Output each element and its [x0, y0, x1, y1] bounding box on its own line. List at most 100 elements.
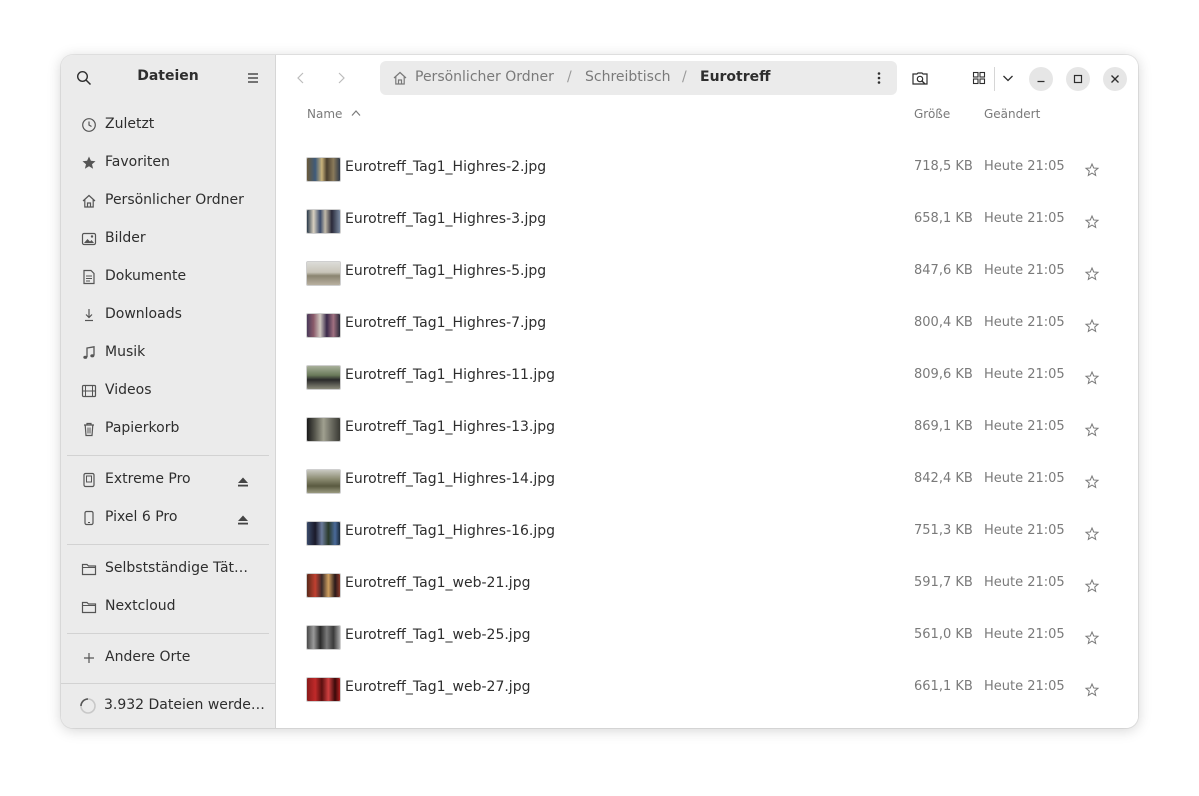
sort-ascending-icon [351, 110, 361, 116]
eject-icon[interactable] [237, 473, 249, 487]
image-thumbnail [306, 469, 341, 494]
file-row[interactable]: Eurotreff_Tag1_web-27.jpg 661,1 KB Heute… [294, 663, 1126, 715]
sidebar-item-selbststaendige[interactable]: Selbstständige Täti… [67, 553, 269, 585]
grid-view-icon[interactable] [971, 70, 987, 86]
sidebar: Dateien Zuletzt Favoriten Persönlicher O… [61, 55, 276, 728]
maximize-icon [1073, 74, 1083, 84]
image-thumbnail [306, 313, 341, 338]
path-bar[interactable]: Persönlicher Ordner / Schreibtisch / Eur… [380, 61, 897, 95]
sidebar-item-label: Andere Orte [105, 649, 191, 665]
operations-status[interactable]: 3.932 Dateien werde… [61, 683, 275, 728]
file-modified: Heute 21:05 [984, 263, 1065, 278]
file-name: Eurotreff_Tag1_web-21.jpg [345, 575, 531, 591]
file-modified: Heute 21:05 [984, 159, 1065, 174]
image-thumbnail [306, 573, 341, 598]
star-icon[interactable] [1084, 578, 1100, 594]
sidebar-title: Dateien [137, 68, 199, 84]
star-icon[interactable] [1084, 474, 1100, 490]
file-row[interactable]: Eurotreff_Tag1_Highres-2.jpg 718,5 KB He… [294, 143, 1126, 195]
file-name: Eurotreff_Tag1_web-27.jpg [345, 679, 531, 695]
file-name: Eurotreff_Tag1_Highres-7.jpg [345, 315, 547, 331]
chevron-down-icon[interactable] [1000, 70, 1016, 86]
star-icon[interactable] [1084, 630, 1100, 646]
film-icon [81, 383, 97, 399]
star-icon[interactable] [1084, 682, 1100, 698]
file-name: Eurotreff_Tag1_Highres-11.jpg [345, 367, 556, 383]
sidebar-item-downloads[interactable]: Downloads [67, 299, 269, 331]
sidebar-item-pictures[interactable]: Bilder [67, 223, 269, 255]
file-row[interactable]: Eurotreff_Tag1_Highres-5.jpg 847,6 KB He… [294, 247, 1126, 299]
breadcrumb-current[interactable]: Eurotreff [700, 69, 771, 85]
sidebar-item-label: Musik [105, 344, 146, 360]
star-icon[interactable] [1084, 214, 1100, 230]
image-thumbnail [306, 261, 341, 286]
image-thumbnail [306, 521, 341, 546]
search-files-icon[interactable] [911, 70, 929, 88]
eject-icon[interactable] [237, 511, 249, 525]
sidebar-item-label: Selbstständige Täti… [105, 560, 251, 576]
file-modified: Heute 21:05 [984, 419, 1065, 434]
image-thumbnail [306, 209, 341, 234]
star-icon[interactable] [1084, 370, 1100, 386]
file-row[interactable]: Eurotreff_Tag1_Highres-16.jpg 751,3 KB H… [294, 507, 1126, 559]
column-header-size[interactable]: Größe [914, 107, 950, 121]
file-name: Eurotreff_Tag1_Highres-16.jpg [345, 523, 556, 539]
hamburger-menu-icon[interactable] [245, 70, 261, 86]
sidebar-item-nextcloud[interactable]: Nextcloud [67, 591, 269, 623]
column-header-name[interactable]: Name [307, 107, 362, 121]
star-icon[interactable] [1084, 162, 1100, 178]
toolbar-divider [994, 67, 995, 91]
star-icon[interactable] [1084, 266, 1100, 282]
file-row[interactable]: Eurotreff_Tag1_web-25.jpg 561,0 KB Heute… [294, 611, 1126, 663]
image-thumbnail [306, 417, 341, 442]
sidebar-item-extreme-pro[interactable]: Extreme Pro [67, 464, 269, 496]
main-content: Persönlicher Ordner / Schreibtisch / Eur… [276, 55, 1138, 728]
breadcrumb-home[interactable]: Persönlicher Ordner [415, 69, 554, 85]
file-row[interactable]: Eurotreff_Tag1_Highres-14.jpg 842,4 KB H… [294, 455, 1126, 507]
sidebar-item-recent[interactable]: Zuletzt [67, 109, 269, 141]
phone-icon [81, 510, 97, 526]
back-icon[interactable] [293, 70, 309, 86]
star-icon[interactable] [1084, 422, 1100, 438]
sidebar-divider [67, 544, 269, 545]
maximize-button[interactable] [1066, 67, 1090, 91]
document-icon [81, 269, 97, 285]
star-icon[interactable] [1084, 526, 1100, 542]
sidebar-item-videos[interactable]: Videos [67, 375, 269, 407]
sidebar-item-label: Extreme Pro [105, 471, 191, 487]
close-button[interactable] [1103, 67, 1127, 91]
file-name: Eurotreff_Tag1_Highres-14.jpg [345, 471, 556, 487]
file-modified: Heute 21:05 [984, 523, 1065, 538]
sidebar-item-home[interactable]: Persönlicher Ordner [67, 185, 269, 217]
sidebar-item-documents[interactable]: Dokumente [67, 261, 269, 293]
file-row[interactable]: Eurotreff_Tag1_Highres-11.jpg 809,6 KB H… [294, 351, 1126, 403]
image-thumbnail [306, 625, 341, 650]
sidebar-item-other-locations[interactable]: Andere Orte [67, 642, 269, 674]
star-icon[interactable] [1084, 318, 1100, 334]
download-icon [81, 307, 97, 323]
column-header-modified[interactable]: Geändert [984, 107, 1040, 121]
breadcrumb-schreibtisch[interactable]: Schreibtisch [585, 69, 671, 85]
minimize-button[interactable] [1029, 67, 1053, 91]
file-manager-window: Dateien Zuletzt Favoriten Persönlicher O… [61, 55, 1138, 728]
sidebar-item-label: Nextcloud [105, 598, 176, 614]
file-size: 658,1 KB [914, 211, 973, 226]
folder-icon [81, 599, 97, 615]
file-size: 800,4 KB [914, 315, 973, 330]
file-name: Eurotreff_Tag1_Highres-2.jpg [345, 159, 547, 175]
file-row[interactable]: Eurotreff_Tag1_Highres-13.jpg 869,1 KB H… [294, 403, 1126, 455]
sidebar-item-favorites[interactable]: Favoriten [67, 147, 269, 179]
sidebar-divider [67, 633, 269, 634]
more-options-icon[interactable] [871, 70, 887, 86]
folder-icon [81, 561, 97, 577]
file-row[interactable]: Eurotreff_Tag1_Highres-7.jpg 800,4 KB He… [294, 299, 1126, 351]
home-icon [392, 70, 408, 86]
file-row[interactable]: Eurotreff_Tag1_Highres-3.jpg 658,1 KB He… [294, 195, 1126, 247]
file-modified: Heute 21:05 [984, 679, 1065, 694]
forward-icon[interactable] [333, 70, 349, 86]
sidebar-item-pixel-6-pro[interactable]: Pixel 6 Pro [67, 502, 269, 534]
sidebar-item-trash[interactable]: Papierkorb [67, 413, 269, 445]
file-row[interactable]: Eurotreff_Tag1_web-21.jpg 591,7 KB Heute… [294, 559, 1126, 611]
trash-icon [81, 421, 97, 437]
sidebar-item-music[interactable]: Musik [67, 337, 269, 369]
